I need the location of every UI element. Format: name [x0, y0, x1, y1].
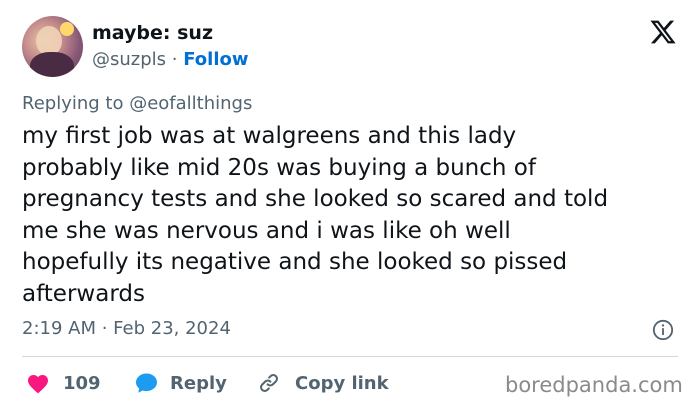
divider: [22, 356, 678, 357]
info-icon[interactable]: [652, 319, 674, 341]
chat-bubble-icon: [136, 373, 157, 393]
x-logo-icon[interactable]: [649, 18, 677, 46]
tweet-timestamp[interactable]: 2:19 AM · Feb 23, 2024: [22, 318, 231, 339]
copy-link-label: Copy link: [295, 372, 389, 394]
heart-icon: [28, 375, 48, 394]
handle-separator: ·: [166, 49, 184, 70]
reply-label: Reply: [170, 372, 227, 394]
tweet-text: my first job was at walgreens and this l…: [22, 123, 609, 307]
replying-to: Replying to @eofallthings: [22, 93, 252, 114]
author-display-name[interactable]: maybe: suz: [92, 22, 213, 44]
replying-prefix: Replying to: [22, 93, 130, 114]
link-icon: [260, 374, 278, 392]
avatar[interactable]: [22, 16, 83, 77]
like-button[interactable]: 109: [26, 370, 101, 396]
reply-button[interactable]: Reply: [134, 370, 227, 396]
copy-link-button[interactable]: Copy link: [258, 370, 389, 396]
reply-target-handle[interactable]: @eofallthings: [129, 93, 252, 114]
tweet-header: maybe: suz @suzpls · Follow: [22, 14, 682, 78]
follow-button[interactable]: Follow: [183, 49, 248, 70]
author-handle-row: @suzpls · Follow: [92, 49, 249, 70]
watermark: boredpanda.com: [505, 373, 683, 397]
author-handle[interactable]: @suzpls: [92, 49, 166, 70]
like-count: 109: [63, 372, 101, 394]
